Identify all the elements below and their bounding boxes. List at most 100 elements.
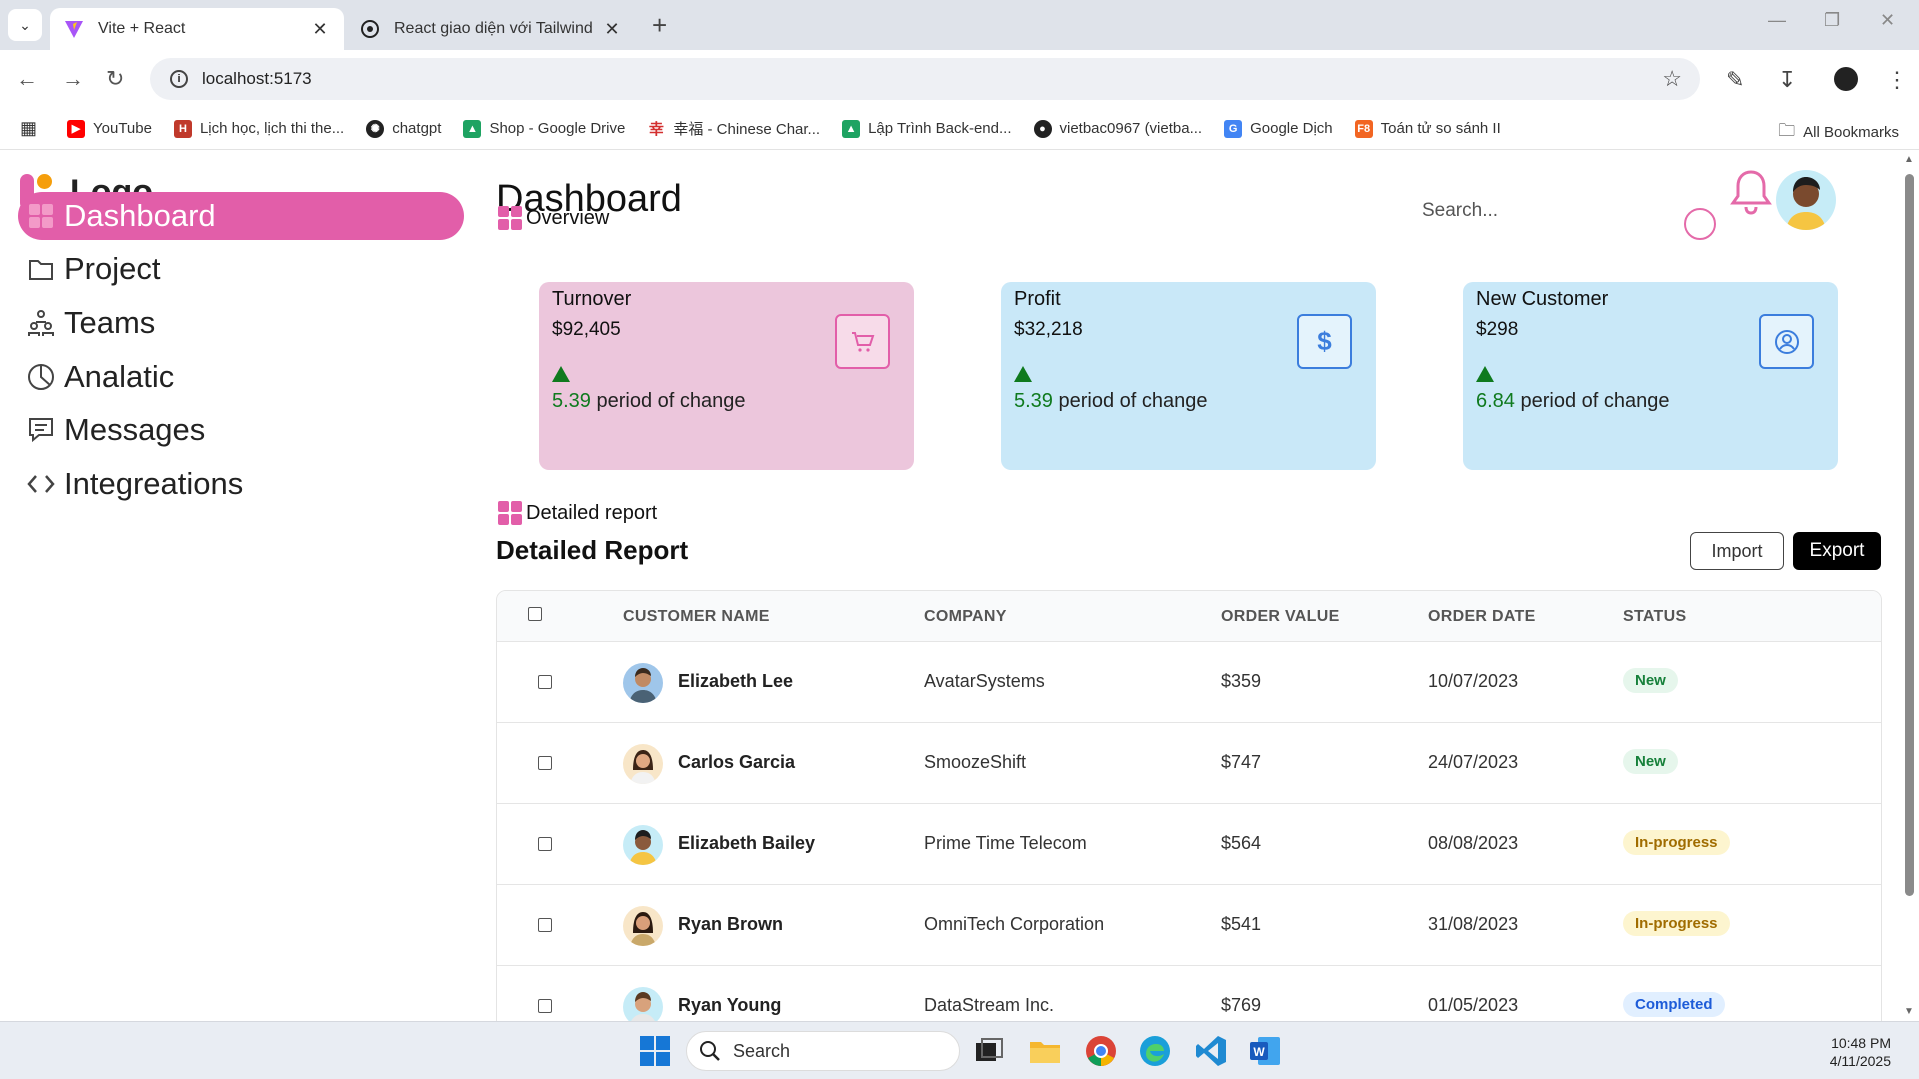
vscode-icon[interactable] <box>1194 1034 1228 1068</box>
order-value: $747 <box>1221 752 1262 772</box>
table-row[interactable]: Ryan Brown OmniTech Corporation $541 31/… <box>497 884 1881 965</box>
sidebar-item-project[interactable]: Project <box>18 245 464 293</box>
all-bookmarks[interactable]: 🗀 All Bookmarks <box>1778 118 1899 147</box>
table-row[interactable]: Ryan Young DataStream Inc. $769 01/05/20… <box>497 965 1881 1021</box>
translate-icon: G <box>1224 119 1243 138</box>
user-icon[interactable] <box>1759 314 1814 369</box>
bookmark-backend[interactable]: ▲ Lập Trình Back-end... <box>842 119 1012 138</box>
profit-card: Profit $32,218 5.39 period of change $ <box>1001 282 1376 470</box>
report-label: Detailed report <box>526 501 658 524</box>
app-viewport: Logo Dashboard Project Teams Analatic Me… <box>0 150 1900 1021</box>
column-header[interactable]: STATUS <box>1623 608 1686 626</box>
bookmark-youtube[interactable]: ▶ YouTube <box>67 119 152 138</box>
row-checkbox[interactable] <box>538 918 552 932</box>
table-row[interactable]: Elizabeth Bailey Prime Time Telecom $564… <box>497 803 1881 884</box>
column-header[interactable]: ORDER VALUE <box>1221 608 1340 626</box>
reload-icon[interactable]: ↻ <box>106 66 124 92</box>
tab-vite-react[interactable]: Vite + React ✕ <box>50 8 344 50</box>
table-row[interactable]: Elizabeth Lee AvatarSystems $359 10/07/2… <box>497 641 1881 722</box>
bookmark-github[interactable]: ● vietbac0967 (vietba... <box>1033 119 1202 138</box>
sidebar-item-integreations[interactable]: Integreations <box>18 460 464 508</box>
avatar <box>623 663 663 703</box>
scroll-up-icon[interactable]: ▲ <box>1904 154 1914 165</box>
window-close-icon[interactable]: ✕ <box>1880 10 1895 31</box>
apps-grid-icon[interactable]: ▦ <box>20 118 37 139</box>
select-all-checkbox[interactable] <box>528 607 542 621</box>
page-scrollbar[interactable]: ▲ ▼ <box>1900 150 1919 1021</box>
site-info-icon[interactable]: i <box>170 70 188 88</box>
column-header[interactable]: CUSTOMER NAME <box>623 608 770 626</box>
chrome-icon[interactable] <box>1084 1034 1118 1068</box>
bookmark-star-icon[interactable]: ☆ <box>1662 66 1682 92</box>
chatgpt-icon: ✺ <box>366 119 385 138</box>
sidebar-item-messages[interactable]: Messages <box>18 406 464 454</box>
change-text: period of change <box>1058 390 1208 412</box>
bell-icon[interactable] <box>1728 168 1774 216</box>
export-button[interactable]: Export <box>1793 532 1881 570</box>
restore-icon[interactable]: ❐ <box>1824 10 1840 31</box>
close-icon[interactable]: ✕ <box>310 19 330 40</box>
system-clock[interactable]: 10:48 PM 4/11/2025 <box>1830 1034 1891 1070</box>
status-badge: Completed <box>1623 992 1725 1017</box>
bookmark-f8[interactable]: F8 Toán tử so sánh II <box>1354 119 1501 138</box>
user-avatar[interactable] <box>1776 170 1836 230</box>
profile-icon[interactable] <box>1834 67 1858 91</box>
overview-label: Overview <box>526 206 610 229</box>
file-explorer-icon[interactable] <box>1028 1034 1062 1068</box>
bookmark-school[interactable]: H Lịch học, lịch thi the... <box>173 119 344 138</box>
download-icon[interactable]: ↧ <box>1778 67 1796 93</box>
scroll-thumb[interactable] <box>1905 174 1914 896</box>
bookmark-chinese-char[interactable]: 幸 幸福 - Chinese Char... <box>647 118 820 139</box>
back-icon[interactable]: ← <box>16 66 38 92</box>
overview-section-label: Overview <box>498 206 609 230</box>
tab-title: Vite + React <box>98 20 186 37</box>
row-checkbox[interactable] <box>538 756 552 770</box>
more-menu-icon[interactable]: ⋮ <box>1886 67 1908 93</box>
bookmark-chatgpt[interactable]: ✺ chatgpt <box>366 119 441 138</box>
new-tab-icon[interactable]: + <box>652 10 667 41</box>
youtube-icon: ▶ <box>67 119 86 138</box>
avatar <box>623 744 663 784</box>
row-checkbox[interactable] <box>538 675 552 689</box>
edge-icon[interactable] <box>1138 1034 1172 1068</box>
message-icon <box>26 415 56 445</box>
windows-start-icon[interactable] <box>638 1034 672 1068</box>
tab-search-button[interactable]: ⌄ <box>8 9 42 41</box>
close-icon[interactable]: ✕ <box>602 19 622 40</box>
row-checkbox[interactable] <box>538 837 552 851</box>
extensions-icon[interactable]: ✎ <box>1726 67 1744 93</box>
sidebar-item-teams[interactable]: Teams <box>18 299 464 347</box>
table-header: CUSTOMER NAME COMPANY ORDER VALUE ORDER … <box>497 591 1881 641</box>
bookmark-google-translate[interactable]: G Google Dịch <box>1224 119 1333 138</box>
column-header[interactable]: ORDER DATE <box>1428 608 1536 626</box>
sidebar-item-label: Messages <box>64 412 206 447</box>
sidebar-item-analatic[interactable]: Analatic <box>18 353 464 401</box>
search-icon[interactable] <box>1684 208 1716 240</box>
minimize-icon[interactable]: — <box>1768 10 1786 31</box>
search-input[interactable]: Search... <box>1422 200 1498 222</box>
forward-icon[interactable]: → <box>62 66 84 92</box>
cart-icon[interactable] <box>835 314 890 369</box>
bookmark-drive-shop[interactable]: ▲ Shop - Google Drive <box>463 119 625 138</box>
sidebar-item-label: Integreations <box>64 466 244 501</box>
change-percent: 5.39 <box>1014 390 1053 412</box>
dollar-icon[interactable]: $ <box>1297 314 1352 369</box>
row-checkbox[interactable] <box>538 999 552 1013</box>
trend-up-icon <box>1476 366 1494 382</box>
new-customer-card: New Customer $298 6.84 period of change <box>1463 282 1838 470</box>
word-icon[interactable]: W <box>1248 1034 1282 1068</box>
address-bar: ← → ↻ i localhost:5173 ☆ ✎ ↧ ⋮ <box>0 50 1919 108</box>
task-view-icon[interactable] <box>972 1034 1006 1068</box>
sidebar-item-dashboard[interactable]: Dashboard <box>18 192 464 240</box>
table-row[interactable]: Carlos Garcia SmoozeShift $747 24/07/202… <box>497 722 1881 803</box>
clock-time: 10:48 PM <box>1831 1035 1891 1051</box>
scroll-down-icon[interactable]: ▼ <box>1904 1006 1914 1017</box>
company: DataStream Inc. <box>924 995 1055 1015</box>
status-badge: New <box>1623 668 1678 693</box>
url-field[interactable]: i localhost:5173 ☆ <box>150 58 1700 100</box>
column-header[interactable]: COMPANY <box>924 608 1007 626</box>
import-button[interactable]: Import <box>1690 532 1784 570</box>
taskbar-search[interactable]: Search <box>686 1031 960 1071</box>
tab-tailwind[interactable]: React giao diện với Tailwind ✕ <box>346 8 636 50</box>
trend-up-icon <box>1014 366 1032 382</box>
